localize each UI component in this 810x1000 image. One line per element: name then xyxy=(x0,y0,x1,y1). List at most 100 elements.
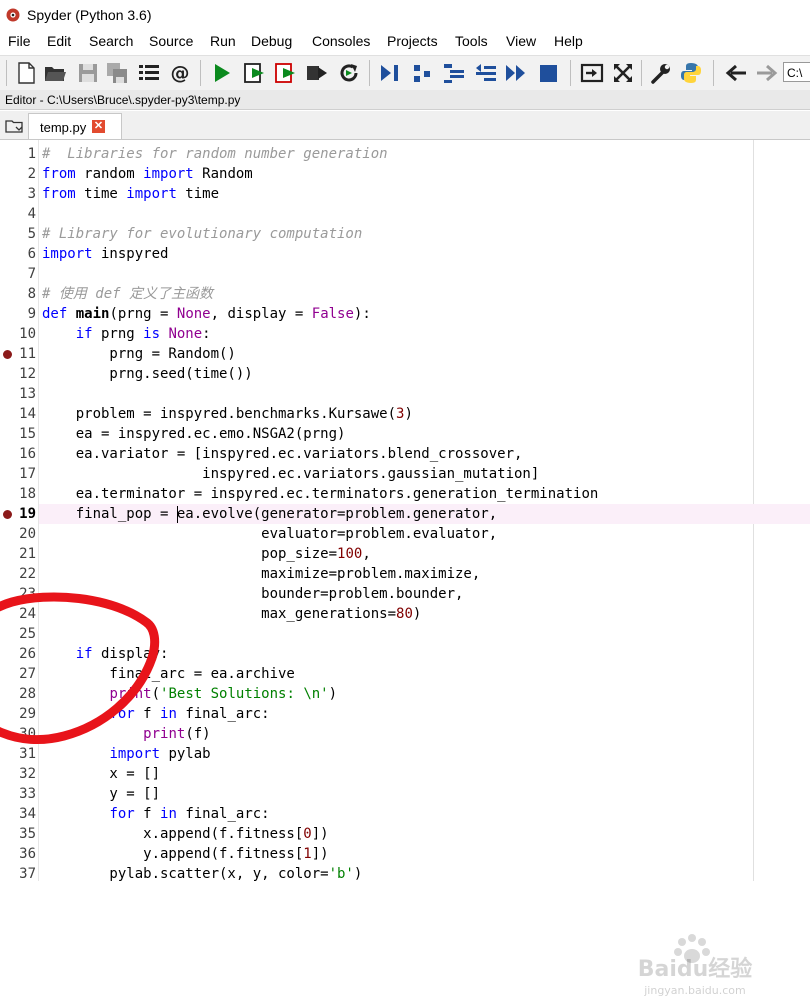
toolbar-separator xyxy=(6,60,7,86)
line-number: 24 xyxy=(19,606,36,622)
code-token: , xyxy=(362,546,371,562)
svg-text:@: @ xyxy=(171,62,190,84)
menu-debug[interactable]: Debug xyxy=(251,33,292,49)
code-token: 80 xyxy=(396,606,413,622)
code-line: ea.variator = [inspyred.ec.variators.ble… xyxy=(42,444,523,464)
toolbar-separator xyxy=(570,60,571,86)
code-line: # 使用 def 定义了主函数 xyxy=(42,284,213,304)
run-cell-advance-icon[interactable] xyxy=(274,61,298,85)
menu-help[interactable]: Help xyxy=(554,33,583,49)
code-token: Random xyxy=(193,166,253,182)
menu-view[interactable]: View xyxy=(506,33,536,49)
code-token: # Libraries for random number generation xyxy=(42,146,388,162)
new-file-icon[interactable] xyxy=(14,61,38,85)
menu-edit[interactable]: Edit xyxy=(47,33,71,49)
code-line: problem = inspyred.benchmarks.Kursawe(3) xyxy=(42,404,413,424)
line-number: 14 xyxy=(19,406,36,422)
code-line: if prng is None: xyxy=(42,324,211,344)
code-token: import xyxy=(126,186,177,202)
code-area[interactable]: # Libraries for random number generation… xyxy=(38,140,810,882)
line-number: 30 xyxy=(19,726,36,742)
forward-arrow-icon[interactable] xyxy=(754,61,778,85)
code-token: time xyxy=(176,186,220,202)
menu-run[interactable]: Run xyxy=(210,33,236,49)
toolbar: @ C:\ xyxy=(0,55,810,91)
title-bar: Spyder (Python 3.6) xyxy=(0,0,810,30)
breakpoint-icon[interactable] xyxy=(3,350,12,359)
breakpoint-icon[interactable] xyxy=(3,510,12,519)
code-token: time xyxy=(75,186,127,202)
editor-tab-bar: temp.py ✕ xyxy=(0,111,810,140)
code-line: prng.seed(time()) xyxy=(42,364,252,384)
run-icon[interactable] xyxy=(210,61,234,85)
maximize-pane-icon[interactable] xyxy=(580,61,604,85)
code-line: evaluator=problem.evaluator, xyxy=(42,524,497,544)
code-line: x = [] xyxy=(42,764,160,784)
code-token: ]) xyxy=(311,846,329,862)
step-into-icon[interactable] xyxy=(442,61,466,85)
python-path-icon[interactable] xyxy=(679,61,703,85)
menu-tools[interactable]: Tools xyxy=(455,33,488,49)
code-token: y = [] xyxy=(42,786,161,802)
outline-icon[interactable] xyxy=(137,61,161,85)
browse-tabs-icon[interactable] xyxy=(5,118,23,134)
save-all-icon[interactable] xyxy=(105,61,129,85)
line-number: 20 xyxy=(19,526,36,542)
code-token: ea = inspyred.ec.emo.NSGA2(prng) xyxy=(42,426,346,442)
code-line: pop_size=100, xyxy=(42,544,371,564)
line-number: 16 xyxy=(19,446,36,462)
code-token: ea.variator = [inspyred.ec.variators.ble… xyxy=(42,446,523,462)
code-line: final_arc = ea.archive xyxy=(42,664,294,684)
code-token: final_arc: xyxy=(176,706,270,722)
code-token: ) xyxy=(404,406,413,422)
code-token: 0 xyxy=(303,826,312,842)
code-token: if xyxy=(75,646,93,662)
code-token: maximize=problem.maximize, xyxy=(42,566,481,582)
code-token: max_generations= xyxy=(42,606,397,622)
code-token: ) xyxy=(328,686,338,702)
watermark-url: jingyan.baidu.com xyxy=(643,984,746,997)
tab-temp-py[interactable]: temp.py ✕ xyxy=(28,113,122,139)
code-token: f xyxy=(134,806,161,822)
code-token: : xyxy=(202,326,211,342)
code-token: pop_size= xyxy=(42,546,338,562)
at-sign-icon[interactable]: @ xyxy=(168,61,192,85)
close-tab-icon[interactable]: ✕ xyxy=(92,120,105,133)
code-line: max_generations=80) xyxy=(42,604,421,624)
back-arrow-icon[interactable] xyxy=(725,61,749,85)
step-icon[interactable] xyxy=(410,61,434,85)
preferences-icon[interactable] xyxy=(649,61,673,85)
run-selection-icon[interactable] xyxy=(305,61,329,85)
code-editor[interactable]: 1 2 3 4 5 6 7 8 9 10 11 12 13 14 15 16 17 18 19 20 21 22 23 24 2… xyxy=(0,140,810,997)
save-icon[interactable] xyxy=(76,61,100,85)
fullscreen-icon[interactable] xyxy=(611,61,635,85)
rerun-icon[interactable] xyxy=(337,61,361,85)
menu-file[interactable]: File xyxy=(8,33,31,49)
menu-projects[interactable]: Projects xyxy=(387,33,438,49)
line-number: 28 xyxy=(19,686,36,702)
working-directory-input[interactable]: C:\ xyxy=(783,62,810,82)
line-number: 36 xyxy=(19,846,36,862)
line-number-gutter[interactable]: 1 2 3 4 5 6 7 8 9 10 11 12 13 14 15 16 17 18 19 20 21 22 23 24 2… xyxy=(0,140,38,882)
continue-icon[interactable] xyxy=(504,61,528,85)
step-return-icon[interactable] xyxy=(474,61,498,85)
code-token: None xyxy=(176,306,211,322)
menu-search[interactable]: Search xyxy=(89,33,133,49)
code-token: in xyxy=(160,806,177,822)
code-token: def xyxy=(42,306,68,322)
menu-consoles[interactable]: Consoles xyxy=(312,33,370,49)
code-token: import xyxy=(42,246,93,262)
code-token: x = [] xyxy=(42,766,161,782)
code-line: # Library for evolutionary computation xyxy=(42,224,362,244)
open-folder-icon[interactable] xyxy=(43,61,67,85)
code-token: (f) xyxy=(185,726,211,742)
line-number: 25 xyxy=(19,626,36,642)
stop-icon[interactable] xyxy=(536,61,560,85)
line-number: 22 xyxy=(19,566,36,582)
code-token: (prng = xyxy=(109,306,177,322)
run-cell-icon[interactable] xyxy=(243,61,267,85)
menu-source[interactable]: Source xyxy=(149,33,193,49)
debug-icon[interactable] xyxy=(378,61,402,85)
